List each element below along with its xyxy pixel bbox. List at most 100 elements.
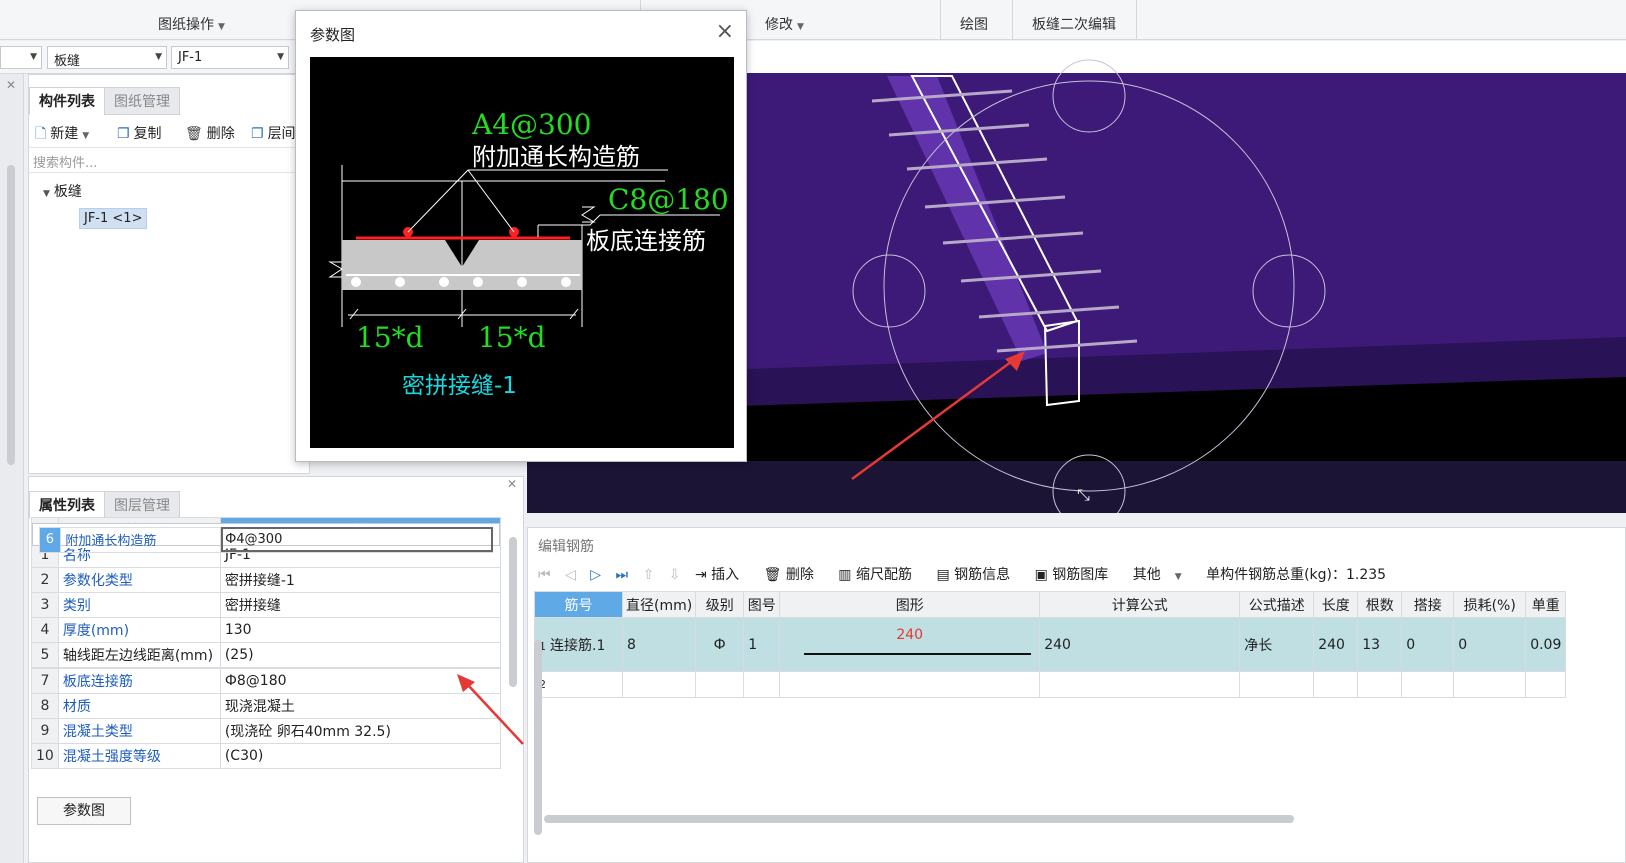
rebar-formula-desc[interactable]: 净长 [1239,617,1315,672]
new-button[interactable]: 🗋 新建 ▼ [35,123,89,147]
scale-rebar-button[interactable]: ▥ 缩尺配筋 [838,564,922,584]
insert-button[interactable]: ⇥ 插入 [695,564,749,584]
new-file-icon: 🗋 [35,126,47,142]
tab-drawing-management[interactable]: 图纸管理 [104,87,180,115]
table-row[interactable]: 5 轴线距左边线距离(mm) (25) [31,642,501,668]
search-input[interactable]: 搜索构件... [29,147,309,173]
table-row[interactable]: 9 混凝土类型 (现浇砼 卵石40mm 32.5) [31,718,501,744]
tab-component-list[interactable]: 构件列表 [29,87,105,115]
col-header: 搭接 [1401,591,1455,618]
row-number: 5 [31,642,59,668]
property-value-editing[interactable]: Ф4@300 [220,526,494,553]
property-value[interactable]: 密拼接缝 [219,592,501,618]
rebar-count[interactable]: 13 [1357,617,1403,672]
left-dimension: 15*d [356,321,424,354]
last-icon[interactable]: ⏭ [616,567,629,583]
copy-button[interactable]: ❐ 复制 [117,123,162,143]
delete-button[interactable]: 🗑 删除 [185,123,235,143]
move-up-icon[interactable]: ⇧ [643,567,655,583]
row-number: 10 [31,743,59,769]
first-icon[interactable]: ⏮ [538,567,551,583]
layer-copy-button[interactable]: ❐ 层间 [251,123,296,143]
property-tabs: 属性列表 图层管理 [29,491,180,519]
rebar-length[interactable]: 240 [1313,617,1359,672]
horizontal-scrollbar[interactable] [544,815,1294,823]
row-number: 8 [31,693,59,719]
parameter-diagram-button[interactable]: 参数图 [37,797,131,825]
property-value[interactable]: (C30) [219,743,501,769]
table-row-selected[interactable]: 6 附加通长构造筋 Ф4@300 [31,522,501,553]
rebar-info-button[interactable]: ▤ 钢筋信息 [936,564,1020,584]
col-header: 根数 [1357,591,1403,618]
row-number: 2 [534,671,623,698]
right-dimension: 15*d [478,321,546,354]
component-tabs: 构件列表 图纸管理 [29,87,180,115]
row-number: 4 [31,617,59,643]
tree-node-jf1[interactable]: JF-1 <1> [79,208,148,229]
property-name: 板底连接筋 [57,668,221,694]
col-header: 单重 [1525,591,1567,618]
close-icon[interactable]: ✕ [507,477,517,491]
rebar-figure-no[interactable]: 1 [743,617,781,672]
top-rebar-desc: 附加通长构造筋 [472,143,640,171]
rebar-lap[interactable]: 0 [1401,617,1455,672]
table-row[interactable]: 8 材质 现浇混凝土 [31,693,501,719]
next-icon[interactable]: ▷ [590,567,601,583]
ribbon-group-draw[interactable]: 绘图 [960,14,988,34]
property-name: 混凝土强度等级 [57,743,221,769]
tree-node-board-seam[interactable]: ▼ 板缝 [43,181,82,201]
table-row[interactable]: 1 连接筋.1 8 Ф 1 240 240 净长 240 13 0 0 0.09 [534,617,1567,672]
shape-length-label: 240 [896,626,924,643]
rebar-loss[interactable]: 0 [1453,617,1527,672]
diagram-caption: 密拼接缝-1 [402,373,517,399]
tab-layer-management[interactable]: 图层管理 [104,491,180,519]
close-icon[interactable]: ✕ [6,78,16,92]
table-row[interactable]: 10 混凝土强度等级 (C30) [31,743,501,769]
component-select[interactable]: JF-1 ▼ [171,46,289,69]
col-header: 损耗(%) [1453,591,1527,618]
move-down-icon[interactable]: ⇩ [669,567,681,583]
parameter-diagram: A4@300 附加通长构造筋 C8@180 板底连接筋 15*d 15*d 密拼… [310,57,734,448]
col-header: 直径(mm) [621,591,697,618]
prev-icon[interactable]: ◁ [565,567,576,583]
col-header: 筋号 [534,591,623,618]
property-name: 附加通长构造筋 [60,526,222,553]
property-name: 材质 [57,693,221,719]
shape-line [804,652,1032,655]
rebar-diameter[interactable]: 8 [621,617,697,672]
category-select[interactable]: 板缝 ▼ [47,46,167,69]
rebar-id[interactable]: 1 连接筋.1 [534,617,623,672]
rebar-library-button[interactable]: ▣ 钢筋图库 [1035,564,1119,584]
other-menu-button[interactable]: 其他 ▼ [1133,564,1192,584]
annotation-arrow [457,674,524,745]
ribbon-group-modify[interactable]: 修改 ▼ [765,14,804,34]
top-rebar-code: A4@300 [471,108,591,141]
rebar-unit-weight[interactable]: 0.09 [1525,617,1567,672]
parameter-diagram-dialog: 参数图 × A4@300 附加通长构造筋 C8@180 板底连接筋 15*d 1… [295,10,747,462]
ribbon-group-drawing-ops[interactable]: 图纸操作 ▼ [158,14,225,34]
tab-property-list[interactable]: 属性列表 [29,491,105,519]
floor-select[interactable]: ▼ [0,46,42,69]
scrollbar[interactable] [534,640,542,835]
close-icon[interactable]: × [716,19,734,44]
table-row[interactable]: 2 参数化类型 密拼接缝-1 [31,567,501,593]
rebar-grade[interactable]: Ф [695,617,745,672]
col-header: 长度 [1313,591,1359,618]
rebar-shape[interactable]: 240 [779,617,1041,672]
rebar-formula[interactable]: 240 [1039,617,1241,672]
table-row[interactable]: 7 板底连接筋 Ф8@180 [31,668,501,694]
table-row[interactable]: 2 [534,671,1567,698]
delete-rebar-button[interactable]: 🗑 删除 [764,564,824,584]
ribbon-group-seam-edit[interactable]: 板缝二次编辑 [1032,14,1116,34]
property-value[interactable]: (25) [219,642,501,668]
property-value[interactable]: 密拼接缝-1 [219,567,501,593]
total-weight-label: 单构件钢筋总重(kg)：1.235 [1206,567,1387,583]
trash-icon: 🗑 [185,126,203,142]
property-value[interactable]: 130 [219,617,501,643]
ribbon: 图纸操作 ▼ 修改 ▼ 绘图 板缝二次编辑 [0,0,1626,40]
rebar-editor-panel: 编辑钢筋 ⏮ ◁ ▷ ⏭ ⇧ ⇩ ⇥ 插入 🗑 删除 ▥ 缩尺配筋 ▤ 钢筋信息… [527,527,1626,863]
table-row[interactable]: 4 厚度(mm) 130 [31,617,501,643]
scrollbar[interactable] [7,165,15,465]
table-row[interactable]: 3 类别 密拼接缝 [31,592,501,618]
scrollbar[interactable] [509,537,517,687]
